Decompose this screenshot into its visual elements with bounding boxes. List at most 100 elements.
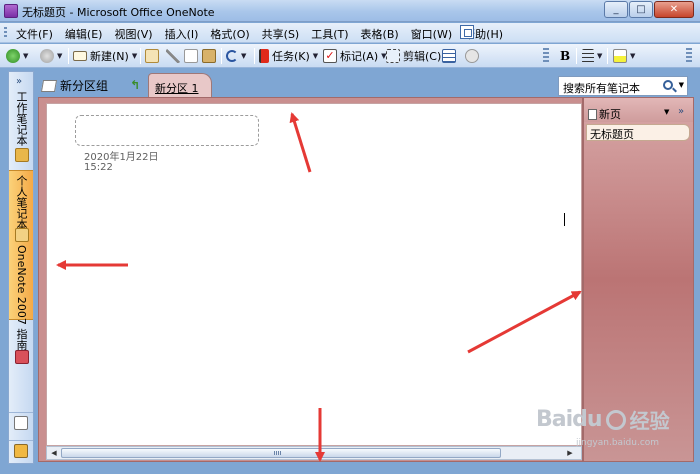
notebook-guide[interactable]: OneNote 2007 指南 [9, 245, 33, 350]
menu-view[interactable]: 视图(V) [114, 26, 152, 42]
new-page-label: 新页 [599, 108, 621, 121]
dropdown-arrow-icon: ▼ [630, 52, 636, 60]
tags-button-label: 标记(A) [340, 50, 379, 63]
copy-button[interactable] [184, 47, 198, 65]
expand-navigation-chevron-icon[interactable]: » [16, 76, 22, 87]
menu-format[interactable]: 格式(O) [210, 26, 249, 42]
tab-section-1[interactable]: 新分区 1 [148, 73, 212, 97]
menu-table[interactable]: 表格(B) [361, 26, 399, 42]
notebook-personal[interactable]: 个人笔记本 [9, 174, 33, 230]
full-page-view-icon[interactable] [460, 25, 474, 39]
new-button[interactable]: 新建(N) ▼ [73, 47, 137, 65]
menu-share[interactable]: 共享(S) [262, 26, 300, 42]
onenote-app-icon[interactable] [4, 4, 18, 18]
research-button[interactable] [465, 47, 479, 65]
notebook-guide-icon[interactable] [15, 350, 29, 364]
section-tab-row: 新分区组 ↰ 新分区 1 搜索所有笔记本 ▼ [38, 71, 694, 97]
maximize-button[interactable]: □ [629, 1, 653, 18]
bullets-icon [582, 49, 594, 63]
title-bar: 无标题页 - Microsoft Office OneNote _ □ ✕ [0, 0, 700, 22]
undo-icon [226, 50, 238, 62]
page-date: 2020年1月22日 [84, 152, 159, 163]
email-page-button[interactable] [145, 47, 159, 65]
search-icon[interactable] [663, 80, 673, 90]
undo-button[interactable]: ▼ [226, 47, 246, 65]
bold-button[interactable]: B [560, 47, 570, 65]
notebook-guide-label: OneNote 2007 指南 [15, 245, 28, 351]
scroll-right-arrow-icon[interactable]: ▶ [563, 447, 577, 459]
menubar-grip[interactable] [4, 27, 7, 39]
menu-tools[interactable]: 工具(T) [311, 26, 348, 42]
new-page-button[interactable]: 新页 [588, 106, 621, 122]
page-tabs-header: 新页 ▼ » [584, 98, 693, 122]
collapse-page-tabs-chevron-icon[interactable]: » [678, 106, 684, 117]
menu-window[interactable]: 窗口(W) [411, 26, 452, 42]
section-group-label: 新分区组 [60, 79, 109, 93]
cut-button[interactable] [166, 47, 180, 65]
text-cursor [564, 213, 565, 226]
window-title: 无标题页 - Microsoft Office OneNote [22, 6, 215, 19]
highlighter-button[interactable]: ▼ [613, 47, 635, 65]
notebook-personal-icon[interactable] [15, 228, 29, 242]
new-button-label: 新建(N) [90, 50, 129, 63]
forward-icon [40, 49, 54, 63]
toolbar-separator [254, 48, 255, 64]
navigate-up-icon[interactable]: ↰ [130, 78, 140, 92]
clip-button-label: 剪辑(C) [403, 50, 442, 63]
notebook-work[interactable]: 工作笔记本 [9, 90, 33, 146]
toolbar-grip[interactable] [543, 48, 549, 64]
horizontal-scrollbar[interactable]: ◀ ▶ [46, 446, 582, 460]
close-button[interactable]: ✕ [654, 1, 694, 18]
dropdown-arrow-icon: ▼ [597, 52, 603, 60]
new-page-icon [73, 51, 87, 61]
notebook-work-icon[interactable] [15, 148, 29, 162]
table-button[interactable] [442, 47, 456, 65]
toolbar-separator [68, 48, 69, 64]
flag-icon [259, 49, 269, 63]
section-group-tab[interactable]: 新分区组 [40, 77, 109, 94]
unfiled-notes-icon [14, 416, 28, 430]
standard-toolbar: ▼ ▼ 新建(N) ▼ ▼ 任务(K) ▼ ✓ 标记(A) ▼ 剪辑(C) B … [0, 44, 700, 68]
bullets-button[interactable]: ▼ [582, 47, 602, 65]
paste-icon [202, 49, 216, 63]
tags-button[interactable]: ✓ 标记(A) ▼ [323, 47, 387, 65]
back-button[interactable]: ▼ [6, 47, 28, 65]
email-icon [145, 49, 159, 63]
minimize-button[interactable]: _ [604, 1, 628, 18]
toolbar-separator [607, 48, 608, 64]
window-controls: _ □ ✕ [604, 1, 694, 18]
search-input[interactable]: 搜索所有笔记本 ▼ [558, 76, 688, 96]
watermark-url: jingyan.baidu.com [576, 438, 660, 448]
dropdown-arrow-icon: ▼ [312, 52, 319, 60]
tasks-button-label: 任务(K) [272, 50, 310, 63]
page-tab-untitled[interactable]: 无标题页 [586, 124, 690, 141]
tasks-button[interactable]: 任务(K) ▼ [259, 47, 318, 65]
section-tab-label: 新分区 1 [155, 82, 199, 95]
scroll-left-arrow-icon[interactable]: ◀ [47, 447, 61, 459]
screen-clipping-button[interactable]: 剪辑(C) [386, 47, 441, 65]
notebook-personal-label: 个人笔记本 [15, 174, 28, 230]
scrollbar-thumb[interactable] [61, 448, 501, 458]
baidu-paw-icon [605, 409, 626, 430]
notebook-work-label: 工作笔记本 [15, 90, 28, 146]
page-title-input[interactable] [75, 115, 259, 146]
menu-file[interactable]: 文件(F) [16, 26, 53, 42]
new-page-icon [588, 108, 597, 120]
dropdown-arrow-icon: ▼ [241, 52, 247, 60]
new-page-dropdown-icon[interactable]: ▼ [664, 108, 669, 116]
forward-button[interactable]: ▼ [40, 47, 62, 65]
toolbar-grip[interactable] [686, 48, 692, 64]
menu-edit[interactable]: 编辑(E) [65, 26, 103, 42]
menu-bar: 文件(F) 编辑(E) 视图(V) 插入(I) 格式(O) 共享(S) 工具(T… [0, 23, 700, 43]
search-scope-dropdown-icon[interactable]: ▼ [679, 81, 684, 89]
menu-insert[interactable]: 插入(I) [165, 26, 199, 42]
toolbar-separator [140, 48, 141, 64]
copy-icon [184, 49, 198, 63]
switch-notebook-button[interactable] [9, 440, 33, 460]
dropdown-arrow-icon: ▼ [131, 52, 138, 60]
watermark-sub: 经验 [629, 409, 670, 433]
baidu-watermark: Baidu 经验 [536, 405, 670, 434]
unfiled-notes-button[interactable] [9, 412, 33, 432]
research-icon [465, 49, 479, 63]
paste-button[interactable] [202, 47, 216, 65]
